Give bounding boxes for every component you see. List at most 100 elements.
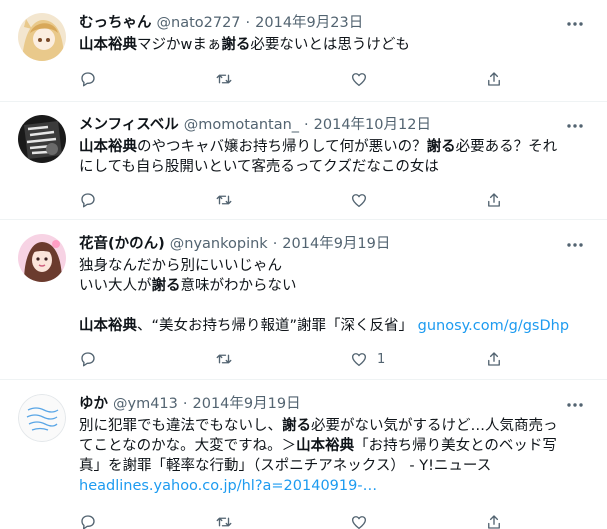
- tweet-actions: 1: [79, 349, 500, 369]
- tweet-link[interactable]: headlines.yahoo.co.jp/hl?a=20140919-…: [79, 478, 377, 494]
- retweet-icon: [215, 350, 233, 368]
- user-handle[interactable]: @nato2727: [157, 13, 241, 33]
- like-icon: [350, 350, 368, 368]
- share-button[interactable]: [485, 512, 512, 529]
- highlighted-keyword: 謝る: [282, 418, 311, 434]
- retweet-icon: [215, 191, 233, 209]
- avatar[interactable]: [18, 13, 66, 61]
- display-name[interactable]: むっちゃん: [79, 13, 152, 33]
- display-name[interactable]: 花音(かのん): [79, 234, 165, 254]
- like-button[interactable]: 1: [350, 349, 385, 369]
- tweet-date[interactable]: 2014年9月23日: [255, 13, 363, 33]
- text-line: 独身なんだから別にいいじゃん: [79, 256, 587, 276]
- reply-button[interactable]: [79, 69, 106, 89]
- text-line: にしても自ら股開いといて客売るってクズだなこの女は: [79, 157, 587, 177]
- like-button[interactable]: [350, 69, 377, 89]
- highlighted-keyword: 謝る: [221, 37, 251, 53]
- highlighted-keyword: 謝る: [151, 278, 181, 294]
- tweet-header: むっちゃん @nato2727 · 2014年9月23日: [79, 13, 587, 33]
- avatar[interactable]: [18, 394, 66, 442]
- more-options-icon[interactable]: [565, 14, 585, 34]
- share-button[interactable]: [485, 69, 512, 89]
- avatar[interactable]: [18, 234, 66, 282]
- reply-button[interactable]: [79, 190, 106, 210]
- tweet-feed: むっちゃん @nato2727 · 2014年9月23日 山本裕典マジかwまぁ謝…: [0, 0, 607, 529]
- reply-icon: [79, 350, 97, 368]
- display-name[interactable]: メンフィスベル: [79, 115, 179, 135]
- more-options-icon[interactable]: [565, 395, 585, 415]
- tweet-date[interactable]: 2014年10月12日: [314, 115, 431, 135]
- tweet-date[interactable]: 2014年9月19日: [282, 234, 390, 254]
- highlighted-keyword: 山本裕典: [296, 438, 355, 454]
- reply-button[interactable]: [79, 512, 106, 529]
- text-line: いい大人が謝る意味がわからない: [79, 276, 587, 296]
- retweet-icon: [215, 70, 233, 88]
- highlighted-keyword: 謝る: [426, 139, 456, 155]
- text-segment: 「お持ち帰り美女とのベッド写: [354, 438, 557, 454]
- share-icon: [485, 191, 503, 209]
- separator-dot: ·: [272, 236, 278, 252]
- user-handle[interactable]: @nyankopink: [170, 234, 268, 254]
- separator-dot: ·: [182, 396, 188, 412]
- text-line: てことなのかな。大変ですね。＞山本裕典「お持ち帰り美女とのベッド写: [79, 436, 587, 456]
- tweet-header: 花音(かのん) @nyankopink · 2014年9月19日: [79, 234, 587, 254]
- retweet-button[interactable]: [215, 349, 242, 369]
- text-segment: 必要がない気がするけど…人気商売っ: [311, 418, 558, 434]
- tweet[interactable]: メンフィスベル @momotantan_ · 2014年10月12日 山本裕典の…: [0, 102, 607, 220]
- tweet-text: 山本裕典マジかwまぁ謝る必要ないとは思うけども: [79, 35, 587, 55]
- tweet[interactable]: ゆか @ym413 · 2014年9月19日 別に犯罪でも違法でもないし、謝る必…: [0, 380, 607, 529]
- like-button[interactable]: [350, 190, 377, 210]
- share-button[interactable]: [485, 349, 512, 369]
- like-icon: [350, 70, 368, 88]
- text-segment: 必要ないとは思うけども: [250, 37, 410, 53]
- highlighted-keyword: 山本裕典: [79, 139, 137, 155]
- text-segment: 必要ある？それ: [455, 139, 558, 155]
- more-options-icon[interactable]: [565, 116, 585, 136]
- user-handle[interactable]: @momotantan_: [184, 115, 299, 135]
- text-line: 別に犯罪でも違法でもないし、謝る必要がない気がするけど…人気商売っ: [79, 416, 587, 436]
- text-segment: 独身なんだから別にいいじゃん: [79, 258, 282, 274]
- text-segment: 、“美女お持ち帰り報道”謝罪「深く反省」: [137, 318, 418, 334]
- like-icon: [350, 191, 368, 209]
- tweet[interactable]: むっちゃん @nato2727 · 2014年9月23日 山本裕典マジかwまぁ謝…: [0, 0, 607, 102]
- text-line: 山本裕典のやつキャバ嬢お持ち帰りして何が悪いの？謝る必要ある？それ: [79, 137, 587, 157]
- user-handle[interactable]: @ym413: [113, 394, 178, 414]
- tweet-header: メンフィスベル @momotantan_ · 2014年10月12日: [79, 115, 587, 135]
- share-button[interactable]: [485, 190, 512, 210]
- text-segment: にしても自ら股開いといて客売るってクズだなこの女は: [79, 159, 439, 175]
- reply-icon: [79, 191, 97, 209]
- reply-button[interactable]: [79, 349, 106, 369]
- retweet-button[interactable]: [215, 69, 242, 89]
- separator-dot: ·: [304, 117, 309, 133]
- more-options-icon[interactable]: [565, 235, 585, 255]
- text-line: 山本裕典マジかwまぁ謝る必要ないとは思うけども: [79, 35, 587, 55]
- text-segment: いい大人が: [79, 278, 152, 294]
- tweet-link[interactable]: gunosy.com/g/gsDhp: [418, 318, 569, 334]
- text-segment: てことなのかな。大変ですね。＞: [79, 438, 297, 454]
- tweet-text: 山本裕典のやつキャバ嬢お持ち帰りして何が悪いの？謝る必要ある？それ にしても自ら股…: [79, 137, 587, 177]
- tweet-date[interactable]: 2014年9月19日: [193, 394, 301, 414]
- text-segment: のやつキャバ嬢お持ち帰りして何が悪いの？: [137, 139, 427, 155]
- tweet-text: 別に犯罪でも違法でもないし、謝る必要がない気がするけど…人気商売っ てことなのかな…: [79, 416, 587, 496]
- like-icon: [350, 513, 368, 529]
- text-segment: 真」を謝罪「軽率な行動」（スポニチアネックス） - Y!ニュース: [79, 458, 492, 474]
- retweet-icon: [215, 513, 233, 529]
- tweet[interactable]: 花音(かのん) @nyankopink · 2014年9月19日 独身なんだから…: [0, 220, 607, 380]
- text-segment: 意味がわからない: [180, 278, 297, 294]
- display-name[interactable]: ゆか: [79, 394, 108, 414]
- like-count: 1: [377, 351, 386, 367]
- tweet-actions: [79, 69, 500, 89]
- tweet-actions: [79, 190, 500, 210]
- tweet-actions: [79, 512, 500, 529]
- highlighted-keyword: 山本裕典: [79, 318, 137, 334]
- retweet-button[interactable]: [215, 190, 242, 210]
- retweet-button[interactable]: [215, 512, 242, 529]
- share-icon: [485, 70, 503, 88]
- reply-icon: [79, 70, 97, 88]
- reply-icon: [79, 513, 97, 529]
- text-segment: マジかwまぁ: [137, 37, 222, 53]
- like-button[interactable]: [350, 512, 377, 529]
- text-line: headlines.yahoo.co.jp/hl?a=20140919-…: [79, 476, 587, 496]
- avatar[interactable]: [18, 115, 66, 163]
